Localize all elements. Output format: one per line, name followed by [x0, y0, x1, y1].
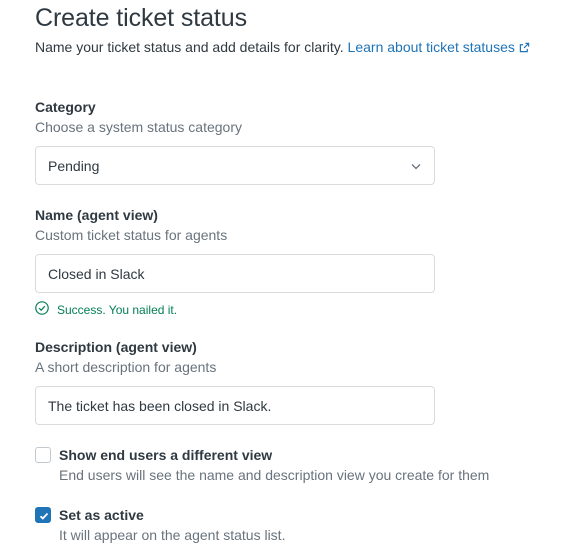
set-active-label: Set as active — [59, 507, 144, 523]
set-active-hint: It will appear on the agent status list. — [59, 527, 286, 543]
category-selected-value: Pending — [48, 157, 100, 174]
chevron-down-icon — [410, 159, 422, 175]
name-input-value: Closed in Slack — [48, 265, 145, 282]
check-circle-icon — [35, 301, 57, 318]
name-input[interactable]: Closed in Slack — [35, 254, 435, 293]
name-label: Name (agent view) — [35, 207, 158, 223]
category-label: Category — [35, 99, 96, 115]
success-text: Success. You nailed it. — [57, 302, 178, 317]
external-link-icon — [519, 40, 530, 56]
learn-link-label: Learn about ticket statuses — [347, 39, 515, 55]
set-active-checkbox[interactable] — [35, 507, 51, 523]
subtitle-text: Name your ticket status and add details … — [35, 39, 344, 55]
page-title: Create ticket status — [35, 4, 247, 32]
description-input-value: The ticket has been closed in Slack. — [48, 397, 272, 414]
name-hint: Custom ticket status for agents — [35, 227, 228, 243]
description-hint: A short description for agents — [35, 359, 217, 375]
category-hint: Choose a system status category — [35, 119, 242, 135]
category-select[interactable]: Pending — [35, 146, 435, 185]
page-subtitle: Name your ticket status and add details … — [35, 39, 530, 56]
end-user-view-hint: End users will see the name and descript… — [59, 467, 490, 483]
end-user-view-label: Show end users a different view — [59, 447, 273, 463]
learn-about-statuses-link[interactable]: Learn about ticket statuses — [348, 39, 530, 55]
description-label: Description (agent view) — [35, 339, 197, 355]
name-success-message: Success. You nailed it. — [35, 301, 177, 318]
description-input[interactable]: The ticket has been closed in Slack. — [35, 386, 435, 425]
end-user-view-checkbox[interactable] — [35, 447, 51, 463]
